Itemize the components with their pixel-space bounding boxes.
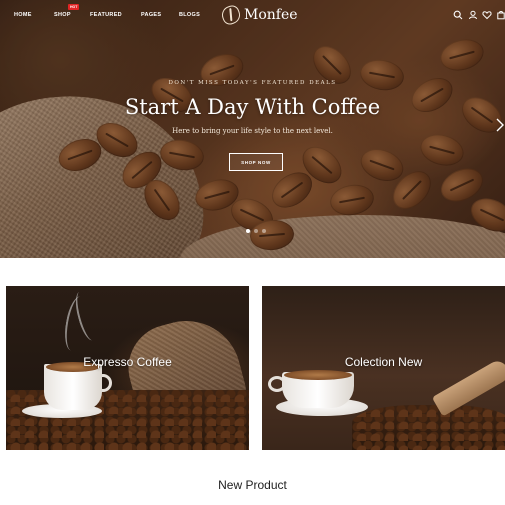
cart-icon[interactable] xyxy=(496,10,505,20)
slider-dot[interactable] xyxy=(254,229,258,233)
banner-expresso-coffee[interactable]: Expresso Coffee xyxy=(6,286,249,450)
slider-dots xyxy=(246,229,266,233)
brand-logo[interactable]: Monfee xyxy=(219,3,298,27)
brand-name: Monfee xyxy=(244,7,298,23)
nav-item-shop[interactable]: SHOP xyxy=(54,12,71,18)
coffee-surface xyxy=(284,370,352,380)
slider-dot[interactable] xyxy=(246,229,250,233)
banner-title: Colection New xyxy=(344,355,423,369)
nav-item-pages[interactable]: PAGES xyxy=(141,12,161,18)
nav-item-home[interactable]: HOME xyxy=(14,12,32,18)
heart-icon[interactable] xyxy=(482,10,492,20)
coffee-beans-image xyxy=(352,405,505,450)
search-icon[interactable] xyxy=(453,10,463,20)
hot-badge: HOT xyxy=(68,4,80,10)
coffee-beans-image xyxy=(6,390,249,450)
banner-colection-new[interactable]: Colection New xyxy=(262,286,505,450)
coffee-bean-logo-icon xyxy=(219,3,243,27)
nav-item-blogs[interactable]: BLOGS xyxy=(179,12,200,18)
slider-dot[interactable] xyxy=(262,229,266,233)
hero-eyebrow: DON'T MISS TODAY'S FEATURED DEALS xyxy=(168,80,337,86)
shop-now-button[interactable]: SHOP NOW xyxy=(229,153,283,171)
top-navigation: HOME SHOP HOT FEATURED PAGES BLOGS Monfe… xyxy=(0,0,505,30)
user-icon[interactable] xyxy=(468,10,478,20)
section-title-new-product: New Product xyxy=(218,478,287,492)
hero-slider: HOME SHOP HOT FEATURED PAGES BLOGS Monfe… xyxy=(0,0,505,258)
banner-title: Expresso Coffee xyxy=(83,355,172,369)
hero-headline: Start A Day With Coffee xyxy=(124,95,381,119)
next-slide-arrow-icon[interactable] xyxy=(496,118,504,132)
nav-item-featured[interactable]: FEATURED xyxy=(90,12,122,18)
hero-subline: Here to bring your life style to the nex… xyxy=(172,127,333,135)
